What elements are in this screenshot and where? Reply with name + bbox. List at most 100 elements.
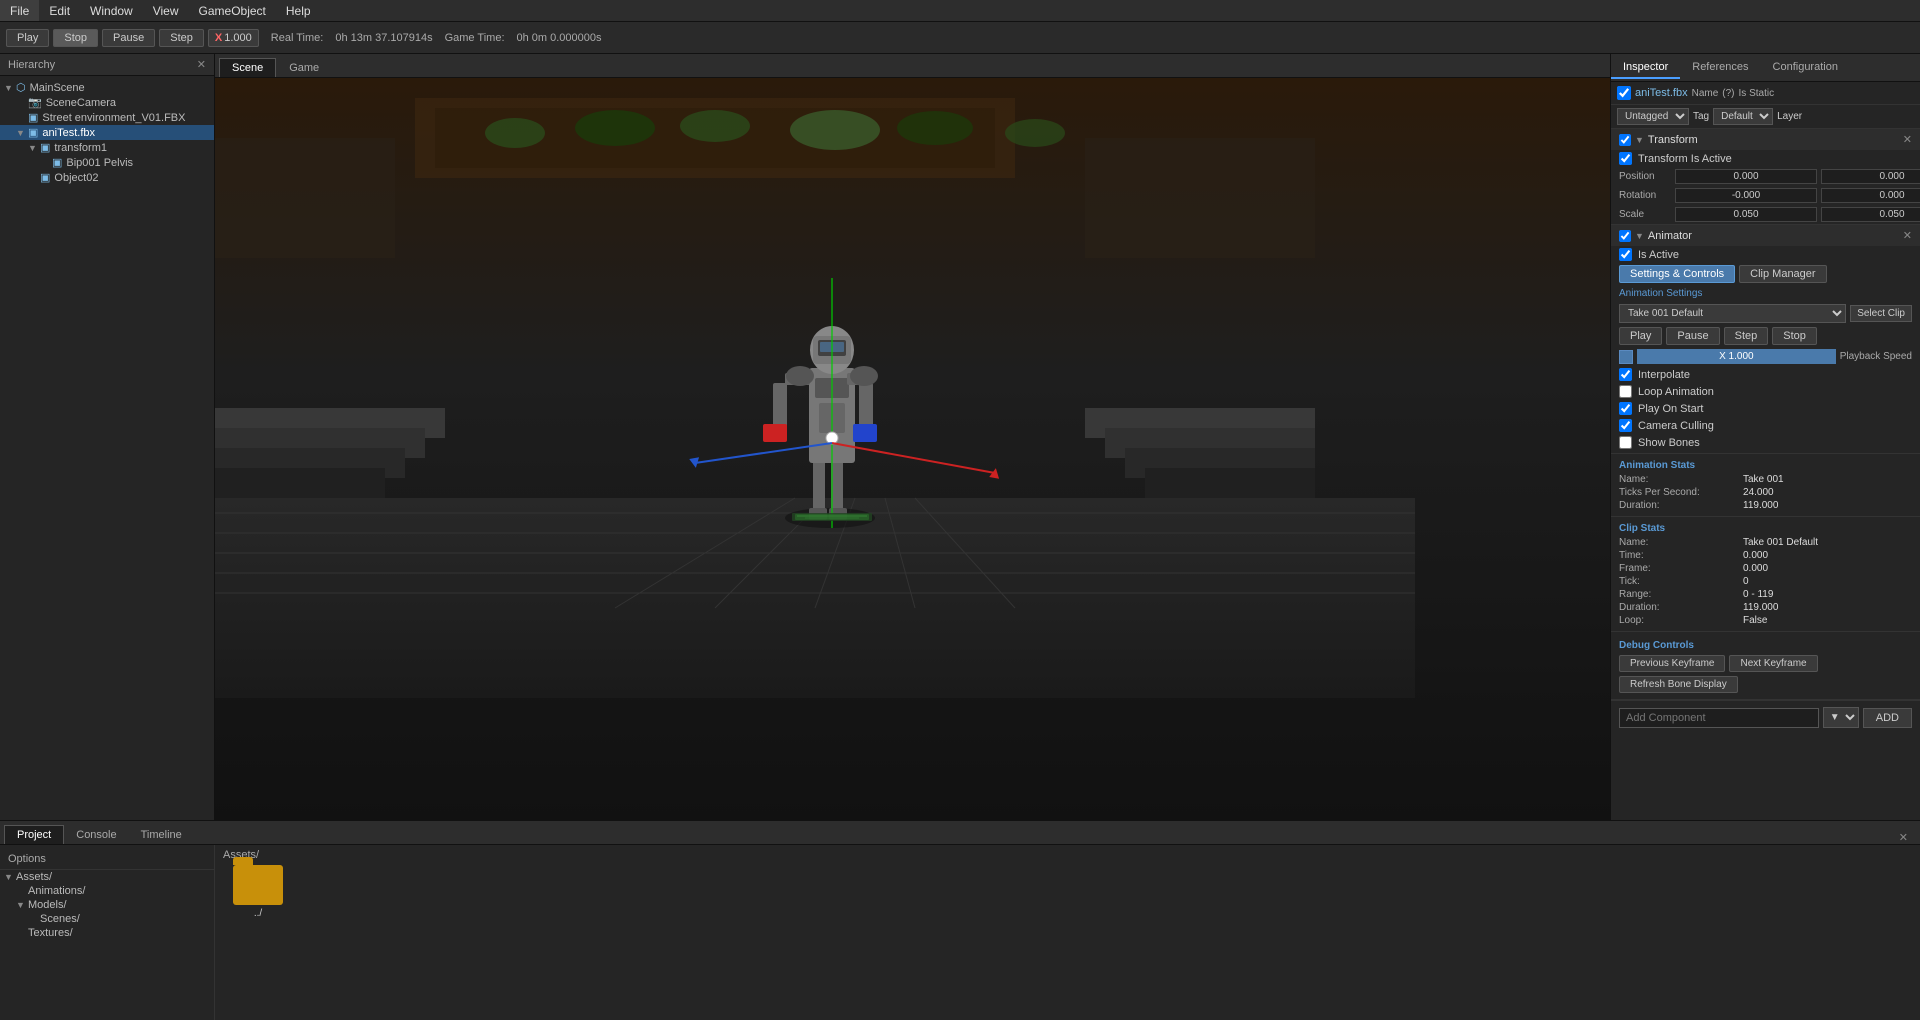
animator-close[interactable]: ✕ [1903, 229, 1912, 242]
show-bones-checkbox[interactable] [1619, 436, 1632, 449]
tree-item-bip001[interactable]: ▶ ▣ Bip001 Pelvis [0, 155, 214, 170]
tree-item-mainscene[interactable]: ▼ ⬡ MainScene [0, 80, 214, 95]
playback-controls-row: Play Pause Step Stop [1611, 325, 1920, 347]
menu-file[interactable]: File [0, 0, 39, 21]
transform-active-checkbox[interactable] [1619, 152, 1632, 165]
mesh-icon: ▣ [28, 111, 38, 124]
scale-x-input[interactable] [1675, 207, 1817, 222]
play-on-start-checkbox[interactable] [1619, 402, 1632, 415]
clip-name-val: Take 001 Default [1743, 537, 1818, 548]
tab-console[interactable]: Console [64, 826, 128, 844]
clip-selector-row: Take 001 Default Select Clip [1611, 302, 1920, 325]
position-y-input[interactable] [1821, 169, 1920, 184]
animation-settings-label: Animation Settings [1611, 285, 1920, 302]
question-mark: (?) [1722, 88, 1734, 99]
menu-help[interactable]: Help [276, 0, 321, 21]
prev-keyframe-button[interactable]: Previous Keyframe [1619, 655, 1725, 672]
layer-select[interactable]: Default [1713, 108, 1773, 125]
playback-speed-value[interactable]: X 1.000 [1637, 349, 1836, 364]
clip-duration-val: 119.000 [1743, 602, 1778, 613]
asset-tree-textures[interactable]: ▶ Textures/ [0, 926, 214, 940]
tag-select[interactable]: Untagged [1617, 108, 1689, 125]
anim-play-button[interactable]: Play [1619, 327, 1662, 345]
rotation-y-input[interactable] [1821, 188, 1920, 203]
hierarchy-close[interactable]: ✕ [197, 58, 206, 71]
tab-project[interactable]: Project [4, 825, 64, 844]
add-component-button[interactable]: ADD [1863, 708, 1912, 728]
asset-tree-models[interactable]: ▼ Models/ [0, 898, 214, 912]
animator-tab-row: Settings & Controls Clip Manager [1611, 263, 1920, 285]
clip-loop-row: Loop: False [1611, 614, 1920, 627]
clip-select[interactable]: Take 001 Default [1619, 304, 1846, 323]
clip-tick-row: Tick: 0 [1611, 575, 1920, 588]
settings-controls-tab[interactable]: Settings & Controls [1619, 265, 1735, 283]
next-keyframe-button[interactable]: Next Keyframe [1729, 655, 1817, 672]
clip-loop-val: False [1743, 615, 1767, 626]
tab-configuration[interactable]: Configuration [1761, 57, 1850, 79]
tree-item-transform1[interactable]: ▼ ▣ transform1 [0, 140, 214, 155]
loop-animation-checkbox[interactable] [1619, 385, 1632, 398]
menu-edit[interactable]: Edit [39, 0, 80, 21]
tree-arrow-mainscene: ▼ [4, 83, 16, 93]
tree-label-object02: Object02 [54, 172, 98, 184]
menu-window[interactable]: Window [80, 0, 143, 21]
tab-inspector[interactable]: Inspector [1611, 57, 1680, 79]
name-label: Name [1692, 88, 1719, 99]
step-button[interactable]: Step [159, 29, 204, 47]
folder-item-up[interactable]: ../ [223, 865, 293, 919]
animator-active-checkbox[interactable] [1619, 248, 1632, 261]
pause-button[interactable]: Pause [102, 29, 155, 47]
viewport[interactable] [215, 78, 1610, 820]
play-button[interactable]: Play [6, 29, 49, 47]
asset-tree-scenes[interactable]: ▶ Scenes/ [0, 912, 214, 926]
anim-pause-button[interactable]: Pause [1666, 327, 1719, 345]
stop-button[interactable]: Stop [53, 29, 98, 47]
tab-references[interactable]: References [1680, 57, 1760, 79]
clip-manager-tab[interactable]: Clip Manager [1739, 265, 1826, 283]
asset-tree-animations[interactable]: ▶ Animations/ [0, 884, 214, 898]
refresh-bone-button[interactable]: Refresh Bone Display [1619, 676, 1738, 693]
animator-section-toggle[interactable] [1619, 230, 1631, 242]
tree-item-street-env[interactable]: ▶ ▣ Street environment_V01.FBX [0, 110, 214, 125]
debug-controls-label: Debug Controls [1611, 638, 1920, 653]
transform-arrow: ▼ [1635, 135, 1644, 145]
anim-stop-button[interactable]: Stop [1772, 327, 1817, 345]
clip-time-val: 0.000 [1743, 550, 1768, 561]
animator-section-header[interactable]: ▼ Animator ✕ [1611, 225, 1920, 246]
transform-section-header[interactable]: ▼ Transform ✕ [1611, 129, 1920, 150]
tree-label-scenecamera: SceneCamera [46, 97, 116, 109]
transform-close[interactable]: ✕ [1903, 133, 1912, 146]
tree-item-scenecamera[interactable]: ▶ 📷 SceneCamera [0, 95, 214, 110]
show-bones-row: Show Bones [1611, 434, 1920, 451]
tab-game[interactable]: Game [276, 58, 332, 77]
position-x-input[interactable] [1675, 169, 1817, 184]
tag-label: Tag [1693, 111, 1709, 122]
scene-icon: ⬡ [16, 81, 26, 94]
anim-step-button[interactable]: Step [1724, 327, 1769, 345]
tab-timeline[interactable]: Timeline [129, 826, 194, 844]
tab-scene[interactable]: Scene [219, 58, 276, 77]
clip-name-key: Name: [1619, 537, 1739, 548]
anim-ticks-row: Ticks Per Second: 24.000 [1611, 486, 1920, 499]
rotation-x-input[interactable] [1675, 188, 1817, 203]
bottom-panel-close[interactable]: ✕ [1899, 831, 1916, 844]
menu-gameobject[interactable]: GameObject [189, 0, 276, 21]
models-arrow: ▼ [16, 900, 28, 910]
clip-range-key: Range: [1619, 589, 1739, 600]
transform-section-toggle[interactable] [1619, 134, 1631, 146]
anim-name-key: Name: [1619, 474, 1739, 485]
tree-item-object02[interactable]: ▶ ▣ Object02 [0, 170, 214, 185]
select-clip-button[interactable]: Select Clip [1850, 305, 1912, 322]
asset-tree-root[interactable]: ▼ Assets/ [0, 870, 214, 884]
scale-y-input[interactable] [1821, 207, 1920, 222]
is-active-checkbox[interactable] [1617, 86, 1631, 100]
menu-view[interactable]: View [143, 0, 189, 21]
bone-icon: ▣ [52, 156, 62, 169]
tree-item-anitest[interactable]: ▼ ▣ aniTest.fbx [0, 125, 214, 140]
camera-culling-checkbox[interactable] [1619, 419, 1632, 432]
interpolate-checkbox[interactable] [1619, 368, 1632, 381]
add-component-dropdown[interactable]: ▼ [1823, 707, 1859, 728]
camera-culling-label: Camera Culling [1638, 420, 1714, 432]
clip-duration-row: Duration: 119.000 [1611, 601, 1920, 614]
add-component-input[interactable] [1619, 708, 1819, 728]
